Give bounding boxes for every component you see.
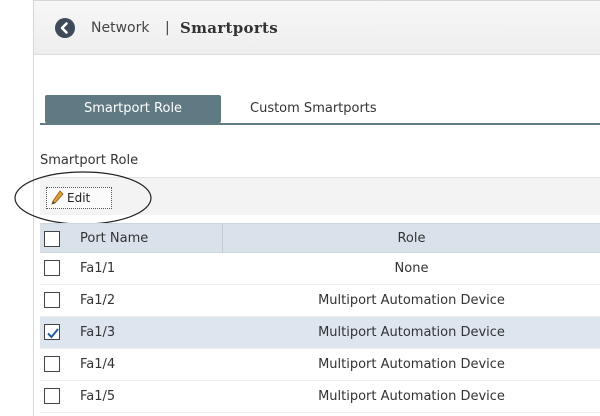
page-title: Smartports <box>180 19 279 37</box>
role-cell: Multiport Automation Device <box>318 357 505 372</box>
edit-button-label: Edit <box>67 191 91 205</box>
tab-smartport-role[interactable]: Smartport Role <box>45 95 221 123</box>
section-title: Smartport Role <box>40 153 139 168</box>
breadcrumb-separator: | <box>165 20 170 36</box>
role-cell: None <box>394 261 429 276</box>
role-cell: Multiport Automation Device <box>318 293 505 308</box>
tab-custom-smartports[interactable]: Custom Smartports <box>250 95 410 123</box>
table-row[interactable]: Fa1/2 Multiport Automation Device <box>40 285 600 317</box>
check-icon <box>47 328 59 339</box>
edit-button[interactable]: Edit <box>46 187 112 209</box>
main-panel: Network | Smartports Smartport Role Cust… <box>14 0 600 416</box>
breadcrumb-network[interactable]: Network <box>91 20 149 36</box>
port-name-cell: Fa1/4 <box>80 357 116 372</box>
port-name-cell: Fa1/3 <box>80 325 116 340</box>
smartport-table: Port Name Role Fa1/1 None Fa1/2 Multipor… <box>40 223 600 413</box>
select-all-checkbox[interactable] <box>44 231 60 247</box>
row-checkbox[interactable] <box>44 292 60 308</box>
tab-underline <box>40 123 600 125</box>
port-name-cell: Fa1/2 <box>80 293 116 308</box>
table-row[interactable]: Fa1/1 None <box>40 253 600 285</box>
table-row[interactable]: Fa1/4 Multiport Automation Device <box>40 349 600 381</box>
role-cell: Multiport Automation Device <box>318 325 505 340</box>
row-checkbox[interactable] <box>44 356 60 372</box>
column-header-port-name[interactable]: Port Name <box>80 224 148 254</box>
role-cell: Multiport Automation Device <box>318 389 505 404</box>
port-name-cell: Fa1/5 <box>80 389 116 404</box>
column-header-role[interactable]: Role <box>222 224 600 254</box>
table-header: Port Name Role <box>40 223 600 254</box>
toolbar: Edit <box>14 171 600 225</box>
back-arrow-icon[interactable] <box>55 18 75 38</box>
table-row[interactable]: Fa1/3 Multiport Automation Device <box>40 317 600 349</box>
row-checkbox[interactable] <box>44 260 60 276</box>
table-row[interactable]: Fa1/5 Multiport Automation Device <box>40 381 600 413</box>
page-header: Network | Smartports <box>34 1 600 55</box>
pencil-icon <box>50 190 64 212</box>
row-checkbox[interactable] <box>44 324 60 340</box>
row-checkbox[interactable] <box>44 388 60 404</box>
port-name-cell: Fa1/1 <box>80 261 116 276</box>
